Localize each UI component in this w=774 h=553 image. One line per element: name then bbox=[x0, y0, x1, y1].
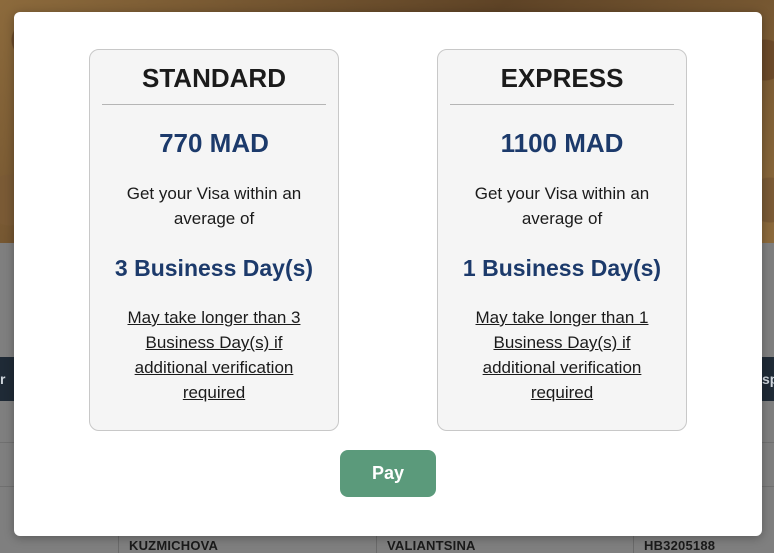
table-cell-passport: HB3205188 bbox=[644, 538, 716, 553]
plan-title: EXPRESS bbox=[450, 62, 674, 105]
plan-selection-modal: STANDARD 770 MAD Get your Visa within an… bbox=[14, 12, 762, 536]
plan-delay-note-link[interactable]: May take longer than 3 Business Day(s) i… bbox=[114, 305, 314, 405]
table-header-right-text: sp bbox=[762, 371, 774, 387]
plan-price: 770 MAD bbox=[159, 128, 269, 158]
express-plan-card[interactable]: EXPRESS 1100 MAD Get your Visa within an… bbox=[437, 49, 687, 431]
table-header-left: r bbox=[0, 357, 14, 401]
plan-description: Get your Visa within an average of bbox=[126, 184, 302, 228]
pay-button[interactable]: Pay bbox=[340, 450, 436, 497]
table-cell-surname: KUZMICHOVA bbox=[129, 538, 219, 553]
plan-processing-days: 1 Business Day(s) bbox=[462, 255, 662, 281]
table-cell-given-name: VALIANTSINA bbox=[387, 538, 476, 553]
table-header-right: sp bbox=[762, 357, 774, 401]
plan-price: 1100 MAD bbox=[500, 128, 624, 158]
plan-processing-days: 3 Business Day(s) bbox=[114, 255, 314, 281]
standard-plan-card[interactable]: STANDARD 770 MAD Get your Visa within an… bbox=[89, 49, 339, 431]
table-header-left-text: r bbox=[0, 371, 6, 387]
plan-title: STANDARD bbox=[102, 62, 326, 105]
plan-delay-note-link[interactable]: May take longer than 1 Business Day(s) i… bbox=[462, 305, 662, 405]
plan-description: Get your Visa within an average of bbox=[474, 184, 650, 228]
